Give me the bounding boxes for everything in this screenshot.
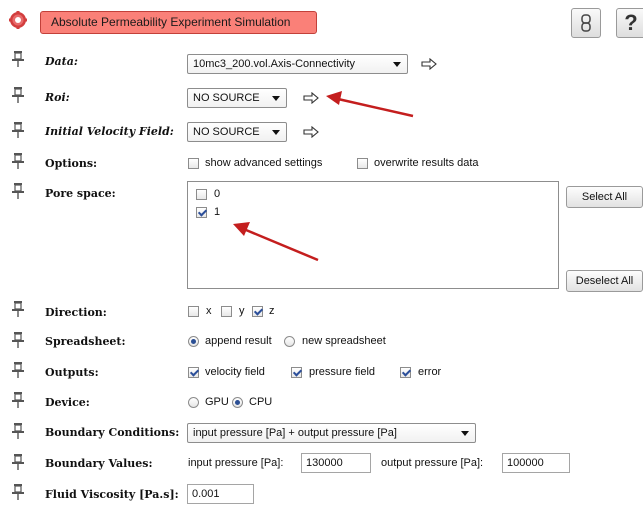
pushpin-icon[interactable] bbox=[11, 87, 25, 103]
chevron-down-icon bbox=[461, 431, 469, 436]
connect-arrow-icon[interactable] bbox=[421, 58, 437, 70]
boundary-values-label: Boundary Values: bbox=[45, 457, 153, 470]
pushpin-icon[interactable] bbox=[11, 332, 25, 348]
cpu-radio[interactable] bbox=[232, 397, 243, 408]
module-titlebar: Absolute Permeability Experiment Simulat… bbox=[0, 0, 643, 42]
chain-link-icon bbox=[581, 14, 591, 32]
direction-x-checkbox[interactable] bbox=[188, 306, 199, 317]
pushpin-icon[interactable] bbox=[11, 392, 25, 408]
velocity-field-checkbox[interactable] bbox=[188, 367, 199, 378]
show-advanced-label: show advanced settings bbox=[205, 157, 323, 169]
pore-0-checkbox[interactable] bbox=[196, 189, 207, 200]
pushpin-icon[interactable] bbox=[11, 362, 25, 378]
pushpin-icon[interactable] bbox=[11, 153, 25, 169]
data-source-value: 10mc3_200.vol.Axis-Connectivity bbox=[193, 58, 356, 70]
direction-x-label: x bbox=[206, 305, 212, 317]
pushpin-icon[interactable] bbox=[11, 122, 25, 138]
link-button[interactable] bbox=[571, 8, 601, 38]
pore-1-label: 1 bbox=[214, 206, 221, 218]
boundary-conditions-label: Boundary Conditions: bbox=[45, 426, 180, 439]
roi-label: Roi: bbox=[45, 91, 70, 104]
fluid-viscosity-field[interactable]: 0.001 bbox=[187, 484, 254, 504]
pushpin-icon[interactable] bbox=[11, 51, 25, 67]
boundary-conditions-combo[interactable]: input pressure [Pa] + output pressure [P… bbox=[187, 423, 476, 443]
append-result-radio[interactable] bbox=[188, 336, 199, 347]
input-pressure-label: input pressure [Pa]: bbox=[188, 457, 284, 469]
overwrite-results-checkbox[interactable] bbox=[357, 158, 368, 169]
device-label: Device: bbox=[45, 396, 90, 409]
fluid-viscosity-label: Fluid Viscosity [Pa.s]: bbox=[45, 488, 179, 501]
gpu-label: GPU bbox=[205, 396, 229, 408]
pressure-field-output-label: pressure field bbox=[309, 366, 376, 378]
data-label: Data: bbox=[45, 55, 78, 68]
velocity-field-output-label: velocity field bbox=[205, 366, 265, 378]
append-result-label: append result bbox=[205, 335, 272, 347]
pushpin-icon[interactable] bbox=[11, 454, 25, 470]
help-button[interactable]: ? bbox=[616, 8, 643, 38]
roi-source-value: NO SOURCE bbox=[193, 92, 260, 104]
new-spreadsheet-label: new spreadsheet bbox=[302, 335, 386, 347]
outputs-label: Outputs: bbox=[45, 366, 99, 379]
new-spreadsheet-radio[interactable] bbox=[284, 336, 295, 347]
pushpin-icon[interactable] bbox=[11, 484, 25, 500]
output-pressure-label: output pressure [Pa]: bbox=[381, 457, 484, 469]
direction-z-label: z bbox=[269, 305, 275, 317]
boundary-conditions-value: input pressure [Pa] + output pressure [P… bbox=[193, 427, 397, 439]
output-pressure-field[interactable]: 100000 bbox=[502, 453, 570, 473]
options-label: Options: bbox=[45, 157, 98, 170]
error-output-label: error bbox=[418, 366, 442, 378]
select-all-button[interactable]: Select All bbox=[566, 186, 643, 208]
connect-arrow-icon[interactable] bbox=[303, 126, 319, 138]
chevron-down-icon bbox=[272, 130, 280, 135]
data-source-combo[interactable]: 10mc3_200.vol.Axis-Connectivity bbox=[187, 54, 408, 74]
pushpin-icon[interactable] bbox=[11, 301, 25, 317]
cpu-label: CPU bbox=[249, 396, 273, 408]
pushpin-icon[interactable] bbox=[11, 423, 25, 439]
direction-y-label: y bbox=[239, 305, 245, 317]
error-checkbox[interactable] bbox=[400, 367, 411, 378]
deselect-all-button[interactable]: Deselect All bbox=[566, 270, 643, 292]
gear-icon[interactable] bbox=[9, 11, 27, 29]
velocity-source-value: NO SOURCE bbox=[193, 126, 260, 138]
overwrite-results-label: overwrite results data bbox=[374, 157, 479, 169]
direction-z-checkbox[interactable] bbox=[252, 306, 263, 317]
show-advanced-checkbox[interactable] bbox=[188, 158, 199, 169]
input-pressure-field[interactable]: 130000 bbox=[301, 453, 371, 473]
direction-y-checkbox[interactable] bbox=[221, 306, 232, 317]
pushpin-icon[interactable] bbox=[11, 183, 25, 199]
connect-arrow-icon[interactable] bbox=[303, 92, 319, 104]
chevron-down-icon bbox=[272, 96, 280, 101]
annotation-arrow-roi bbox=[326, 91, 414, 118]
pore-1-checkbox[interactable] bbox=[196, 207, 207, 218]
module-title: Absolute Permeability Experiment Simulat… bbox=[40, 11, 317, 34]
pore-0-label: 0 bbox=[214, 188, 221, 200]
direction-label: Direction: bbox=[45, 306, 107, 319]
velocity-field-label: Initial Velocity Field: bbox=[45, 125, 174, 138]
chevron-down-icon bbox=[393, 62, 401, 67]
pore-space-label: Pore space: bbox=[45, 187, 116, 200]
gpu-radio[interactable] bbox=[188, 397, 199, 408]
velocity-source-combo[interactable]: NO SOURCE bbox=[187, 122, 287, 142]
pressure-field-checkbox[interactable] bbox=[291, 367, 302, 378]
pore-space-list[interactable]: 0 1 bbox=[187, 181, 559, 289]
spreadsheet-label: Spreadsheet: bbox=[45, 335, 126, 348]
roi-source-combo[interactable]: NO SOURCE bbox=[187, 88, 287, 108]
